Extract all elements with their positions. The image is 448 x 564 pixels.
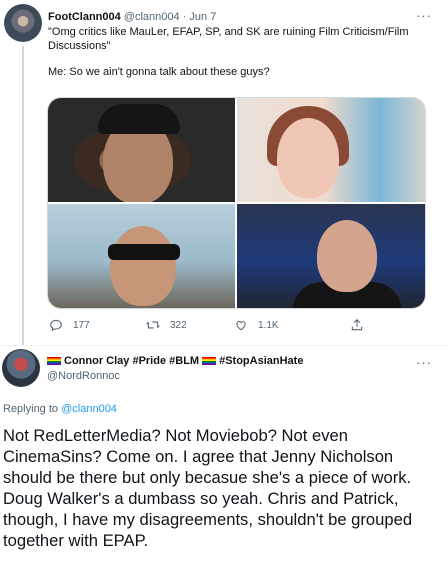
tweet-text-line: Me: So we ain't gonna talk about these g… xyxy=(48,66,270,78)
more-icon[interactable]: ··· xyxy=(416,8,432,23)
media-image[interactable] xyxy=(237,204,425,308)
replying-prefix: Replying to xyxy=(3,403,59,415)
avatar[interactable] xyxy=(4,4,42,42)
share-icon xyxy=(351,319,363,331)
like-count: 1.1K xyxy=(258,319,279,331)
share-button[interactable] xyxy=(350,318,364,332)
retweet-button[interactable]: 322 xyxy=(146,318,187,332)
pride-flag-icon xyxy=(47,357,61,365)
replying-to-link[interactable]: @clann004 xyxy=(61,403,117,415)
media-grid xyxy=(47,97,426,309)
tweet-text: "Omg critics like MauLer, EFAP, SP, and … xyxy=(48,26,420,93)
author-name[interactable]: FootClann004 xyxy=(48,11,121,23)
author-name-part: Connor Clay #Pride #BLM xyxy=(64,355,200,367)
reply-text: Not RedLetterMedia? Not Moviebob? Not ev… xyxy=(3,426,413,550)
replying-to: Replying to @clann004 xyxy=(3,403,117,415)
tweet-header: FootClann004 @clann004 · Jun 7 xyxy=(48,11,216,23)
media-image[interactable] xyxy=(237,98,425,202)
thread-line xyxy=(22,46,24,346)
divider xyxy=(0,345,448,346)
reply-count: 177 xyxy=(73,319,90,331)
media-image[interactable] xyxy=(48,98,235,202)
tweet-text-line: "Omg critics like MauLer, EFAP, SP, and … xyxy=(48,26,409,52)
reply-icon xyxy=(50,319,62,332)
reply-button[interactable]: 177 xyxy=(49,318,90,332)
tweet-actions: 177 322 1.1K xyxy=(47,318,427,336)
avatar[interactable] xyxy=(2,349,40,387)
pride-flag-icon xyxy=(202,357,217,365)
tweet-time[interactable]: · Jun 7 xyxy=(183,11,217,23)
parent-tweet[interactable]: FootClann004 @clann004 · Jun 7 ··· "Omg … xyxy=(0,0,448,346)
retweet-count: 322 xyxy=(170,319,187,331)
retweet-icon xyxy=(146,321,160,329)
more-icon[interactable]: ··· xyxy=(416,355,432,370)
like-button[interactable]: 1.1K xyxy=(234,318,279,332)
author-handle[interactable]: @NordRonnoc xyxy=(47,370,120,382)
like-icon xyxy=(236,320,246,331)
author-handle[interactable]: @clann004 xyxy=(124,11,180,23)
author-name[interactable]: Connor Clay #Pride #BLM #StopAsianHate xyxy=(47,355,303,367)
author-name-part: #StopAsianHate xyxy=(219,355,304,367)
media-image[interactable] xyxy=(48,204,235,308)
